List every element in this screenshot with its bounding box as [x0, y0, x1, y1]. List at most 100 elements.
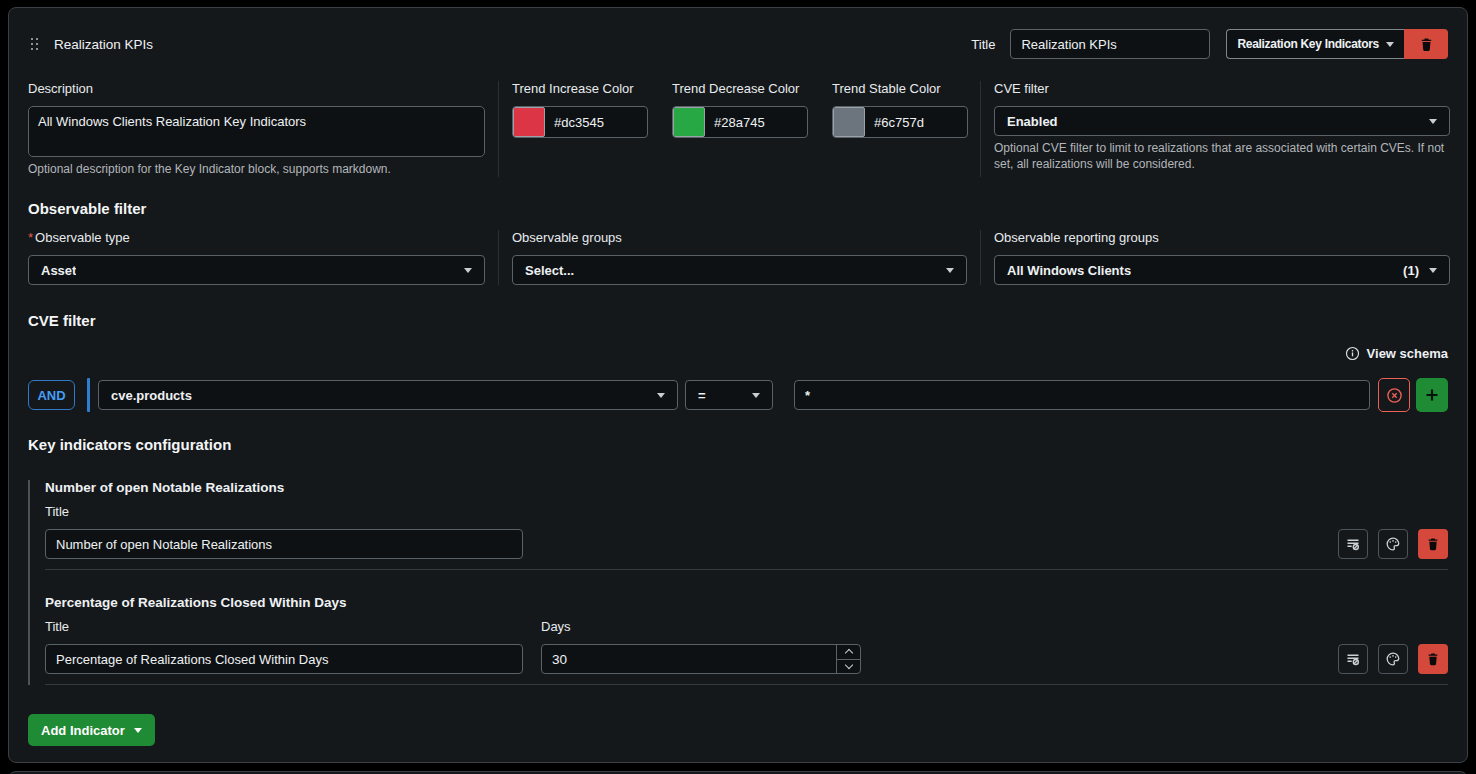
condition-operator-select[interactable]: =	[685, 380, 773, 410]
indicator-title-input[interactable]	[45, 644, 523, 674]
observable-filter-heading: Observable filter	[28, 200, 1448, 218]
filter-lines-icon	[1345, 651, 1361, 667]
trash-icon	[1426, 652, 1440, 666]
trend-decrease-label: Trend Decrease Color	[672, 81, 808, 97]
observable-type-column: *Observable type Asset	[28, 230, 485, 285]
observable-type-label: *Observable type	[28, 230, 485, 246]
cve-condition-row: AND cve.products =	[28, 378, 1448, 412]
chevron-down-icon	[134, 728, 142, 733]
delete-indicator-button[interactable]	[1418, 644, 1448, 674]
spinner-up-button[interactable]	[837, 645, 860, 659]
indicator-filter-settings-button[interactable]	[1338, 529, 1368, 559]
cve-filter-column: CVE filter Enabled Optional CVE filter t…	[994, 81, 1450, 177]
observable-reporting-groups-select[interactable]: All Windows Clients (1)	[994, 255, 1450, 285]
view-schema-link[interactable]: View schema	[1367, 346, 1448, 361]
condition-value-input[interactable]	[794, 380, 1370, 410]
cve-filter-help: Optional CVE filter to limit to realizat…	[994, 140, 1450, 172]
and-operator-button[interactable]: AND	[28, 380, 75, 410]
description-label: Description	[28, 81, 485, 97]
info-icon	[1345, 346, 1360, 361]
observable-groups-column: Observable groups Select...	[512, 230, 967, 285]
trend-increase-label: Trend Increase Color	[512, 81, 648, 97]
indicator-days-field: Days	[541, 611, 861, 674]
trend-decrease-color-field: Trend Decrease Color	[672, 81, 808, 138]
indicator-title-label: Title	[45, 619, 523, 635]
column-divider	[980, 81, 981, 177]
description-textarea[interactable]: All Windows Clients Realization Key Indi…	[28, 106, 485, 157]
indicator-actions	[1338, 529, 1448, 559]
trend-colors-column: Trend Increase Color Trend Decrease Colo…	[512, 81, 967, 177]
x-circle-icon	[1386, 387, 1403, 404]
title-field-label: Title	[971, 37, 995, 52]
indicator-color-settings-button[interactable]	[1378, 529, 1408, 559]
trash-icon	[1426, 537, 1440, 551]
key-indicators-heading: Key indicators configuration	[28, 436, 1448, 454]
chevron-down-icon	[946, 268, 954, 273]
condition-group-bar	[87, 378, 90, 412]
filter-lines-icon	[1345, 536, 1361, 552]
indicator-filter-settings-button[interactable]	[1338, 644, 1368, 674]
indicators-list: Number of open Notable Realizations Titl…	[28, 480, 1448, 685]
block-title: Realization KPIs	[54, 37, 153, 52]
block-type-dropdown[interactable]: Realization Key Indicators	[1226, 29, 1404, 59]
indicator-name: Percentage of Realizations Closed Within…	[45, 595, 1448, 611]
drag-handle-icon[interactable]	[31, 38, 38, 50]
spinner-down-button[interactable]	[837, 659, 860, 674]
chevron-down-icon	[1386, 42, 1394, 47]
trend-stable-input[interactable]	[865, 107, 967, 137]
selected-count-badge: (1)	[1403, 263, 1419, 278]
chevron-down-icon	[844, 661, 852, 669]
trend-increase-color-field: Trend Increase Color	[512, 81, 648, 138]
delete-block-button[interactable]	[1404, 29, 1448, 59]
panel-header: Realization KPIs Title Realization Key I…	[28, 29, 1448, 59]
column-divider	[498, 81, 499, 177]
schema-row: View schema	[28, 345, 1448, 361]
block-type-group: Realization Key Indicators	[1226, 29, 1448, 59]
cve-filter-select[interactable]: Enabled	[994, 106, 1450, 136]
chevron-down-icon	[1429, 268, 1437, 273]
kpi-block-panel: Realization KPIs Title Realization Key I…	[8, 7, 1468, 763]
indicator-card: Number of open Notable Realizations Titl…	[45, 480, 1448, 570]
chevron-down-icon	[657, 393, 665, 398]
chevron-down-icon	[752, 393, 760, 398]
column-divider	[980, 230, 981, 285]
indicator-days-label: Days	[541, 619, 861, 635]
trend-stable-swatch[interactable]	[833, 107, 865, 137]
palette-icon	[1385, 651, 1401, 667]
add-indicator-button[interactable]: Add Indicator	[28, 714, 155, 746]
indicator-color-settings-button[interactable]	[1378, 644, 1408, 674]
indicator-name: Number of open Notable Realizations	[45, 480, 1448, 496]
plus-icon	[1424, 387, 1440, 403]
observable-groups-label: Observable groups	[512, 230, 967, 246]
remove-condition-button[interactable]	[1378, 378, 1410, 412]
indicator-title-field: Title	[45, 611, 523, 674]
indicator-title-label: Title	[45, 504, 1448, 520]
chevron-down-icon	[1429, 119, 1437, 124]
trend-decrease-swatch[interactable]	[673, 107, 705, 137]
chevron-up-icon	[844, 649, 852, 657]
indicator-card: Percentage of Realizations Closed Within…	[45, 570, 1448, 685]
cve-filter-label: CVE filter	[994, 81, 1450, 97]
header-controls: Title Realization Key Indicators	[971, 29, 1448, 59]
observable-groups-select[interactable]: Select...	[512, 255, 967, 285]
description-help: Optional description for the Key Indicat…	[28, 161, 485, 177]
delete-indicator-button[interactable]	[1418, 529, 1448, 559]
indicator-title-input[interactable]	[45, 529, 523, 559]
condition-field-select[interactable]: cve.products	[98, 380, 678, 410]
trend-stable-color-field: Trend Stable Color	[832, 81, 968, 138]
palette-icon	[1385, 536, 1401, 552]
cve-filter-section-heading: CVE filter	[28, 312, 1448, 330]
indicator-actions	[1338, 644, 1448, 674]
add-condition-button[interactable]	[1416, 378, 1448, 412]
trend-increase-input[interactable]	[545, 107, 647, 137]
required-marker: *	[28, 230, 33, 245]
trend-decrease-input[interactable]	[705, 107, 807, 137]
observable-type-select[interactable]: Asset	[28, 255, 485, 285]
indicator-days-input[interactable]	[542, 645, 836, 673]
observable-reporting-groups-label: Observable reporting groups	[994, 230, 1450, 246]
description-column: Description All Windows Clients Realizat…	[28, 81, 485, 177]
trend-increase-swatch[interactable]	[513, 107, 545, 137]
trend-stable-label: Trend Stable Color	[832, 81, 968, 97]
title-input[interactable]	[1010, 29, 1210, 59]
observable-filter-row: *Observable type Asset Observable groups…	[28, 230, 1448, 285]
